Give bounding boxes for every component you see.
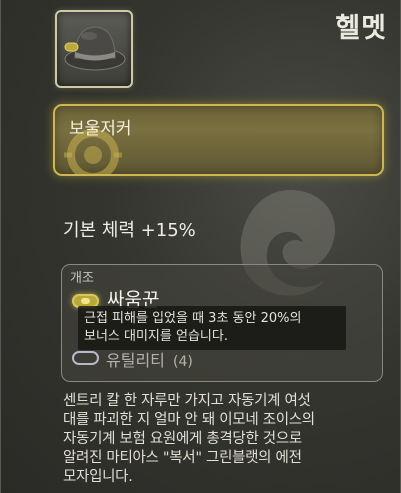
mod-desc-line: 근접 피해를 입었을 때 3초 동안 20%의 xyxy=(84,311,302,326)
mod-desc-line: 보너스 대미지를 얻습니다. xyxy=(84,329,228,344)
flavor-line: 센트리 칼 한 자루만 가지고 자동기계 여섯 xyxy=(63,393,311,409)
mod-panel-title: 개조 xyxy=(70,271,94,286)
empty-mod-slot-icon xyxy=(72,351,99,365)
flavor-line: 알려진 마티아스 "복서" 그린블랫의 에전 xyxy=(63,450,302,466)
utility-slot-label: 유틸리티 xyxy=(106,351,165,370)
utility-slot[interactable]: 유틸리티 (4) xyxy=(106,347,193,371)
base-stat: 기본 체력 +15% xyxy=(63,220,196,241)
item-thumbnail[interactable] xyxy=(55,10,133,88)
set-header: 보울저커 xyxy=(53,104,384,176)
utility-slot-count: (4) xyxy=(172,354,193,370)
item-type-label: 헬멧 xyxy=(335,13,387,44)
bowler-hat-icon xyxy=(64,26,126,71)
set-name: 보울저커 xyxy=(69,119,132,139)
flavor-line: 모자입니다. xyxy=(63,469,133,485)
flavor-line: 자동기계 보험 요원에게 총격당한 것으로 xyxy=(63,431,302,447)
flavor-line: 대를 파괴한 지 얼마 안 돼 이모네 조이스의 xyxy=(63,412,315,428)
active-mod-description: 근접 피해를 입었을 때 3초 동안 20%의 보너스 대미지를 얻습니다. xyxy=(78,306,346,350)
item-tooltip: 헬멧 보울저커 기본 체력 +15% 개조 싸움꾼 근접 피해를 입었을 때 3… xyxy=(0,0,401,493)
flavor-text: 센트리 칼 한 자루만 가지고 자동기계 여섯 대를 파괴한 지 얼마 안 돼 … xyxy=(63,392,393,487)
mod-panel: 개조 싸움꾼 근접 피해를 입었을 때 3초 동안 20%의 보너스 대미지를 … xyxy=(61,264,383,382)
